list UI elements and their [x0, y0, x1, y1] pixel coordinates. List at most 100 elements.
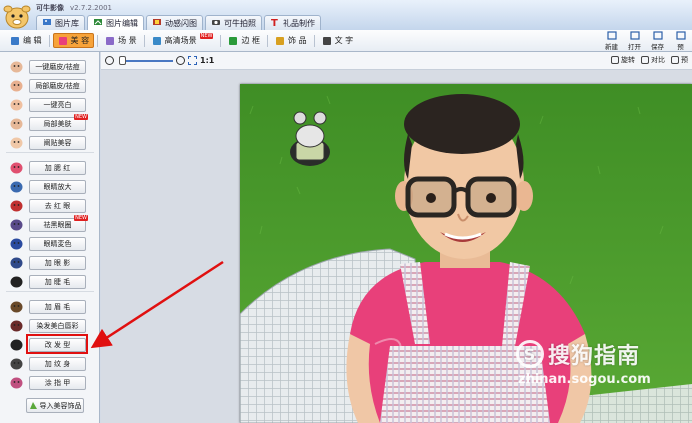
function-label: 一键亮白 — [43, 100, 72, 109]
eyebrow-button[interactable]: 加 眉 毛 — [29, 299, 86, 314]
sub-tab-scene[interactable]: 场 景 — [101, 33, 141, 48]
function-label: 阐贴美容 — [43, 138, 72, 147]
app-logo-icon — [3, 5, 31, 29]
eye-shadow-button[interactable]: 加 眼 影 — [29, 255, 86, 270]
red-eye-icon — [10, 200, 23, 211]
fit-screen-icon[interactable] — [188, 56, 197, 65]
sub-tab-accessory[interactable]: 饰 品 — [271, 33, 311, 48]
sub-tab-hd-scene[interactable]: 高清场景 NEW — [148, 32, 218, 48]
function-row: 一键磨皮/祛痘 — [0, 57, 100, 76]
function-row: 加 眉 毛 — [0, 297, 100, 316]
face-smooth-button[interactable]: 一键磨皮/祛痘 — [29, 59, 86, 74]
save-button[interactable]: 保存 — [646, 31, 669, 51]
toolbar-separator — [313, 34, 315, 47]
toolbar-separator — [267, 34, 269, 47]
red-eye-button[interactable]: 去 红 眼 — [29, 198, 86, 213]
hairstyle-icon — [10, 339, 23, 350]
hd-scene-icon — [152, 36, 161, 45]
main-tab-label: 图片编辑 — [106, 18, 138, 28]
eye-shadow-icon — [10, 257, 23, 268]
partial-smooth-icon — [10, 80, 23, 91]
function-row: 局部磨皮/祛痘 — [0, 76, 100, 95]
sogou-watermark: S 搜狗指南 zhinan.sogou.com — [516, 338, 651, 387]
function-row: 祛黑眼圈 NEW — [0, 214, 100, 234]
view-action-label: 旋转 — [621, 56, 635, 64]
face-smooth-icon — [10, 61, 23, 72]
scene-icon — [106, 36, 115, 45]
app-version: v2.7.2.2001 — [70, 4, 112, 12]
function-label: 去 红 眼 — [44, 201, 71, 210]
rotate-button[interactable]: 旋转 — [611, 55, 635, 65]
main-tab-gift[interactable]: T 礼品制作 — [264, 15, 321, 30]
function-label: 涂 指 甲 — [44, 378, 71, 387]
preview-button[interactable]: 预 — [669, 31, 692, 51]
sub-tab-edit[interactable]: 编 辑 — [6, 33, 46, 48]
eye-color-icon — [10, 238, 23, 249]
toolbar-separator — [220, 34, 222, 47]
zoom-in-icon[interactable] — [176, 56, 185, 65]
image-edit-icon — [93, 17, 103, 29]
whiten-face-icon — [10, 99, 23, 110]
save-icon — [652, 31, 663, 40]
function-label: 眼睛放大 — [43, 182, 72, 191]
function-row: 去 红 眼 — [0, 196, 100, 215]
action-label: 预 — [677, 43, 684, 51]
compare-button[interactable]: 对比 — [641, 55, 665, 65]
function-row: 加 睫 毛 — [0, 272, 100, 291]
main-tab-bar: 图片库 图片编辑 动感闪图 可牛拍照 T 礼品制作 — [36, 15, 321, 30]
zoom-slider-track[interactable] — [119, 60, 173, 62]
folder-open-icon — [629, 31, 640, 40]
function-row: 一键亮白 — [0, 95, 100, 114]
preview-split-button[interactable]: 预 — [671, 55, 688, 65]
zoom-slider-knob[interactable] — [118, 56, 126, 65]
import-beauty-button[interactable]: 导入美容饰品 — [26, 398, 84, 413]
import-icon — [29, 402, 37, 409]
zoom-level[interactable]: 1:1 — [200, 56, 214, 65]
sub-tab-frame[interactable]: 边 框 — [224, 33, 264, 48]
hair-dye-button[interactable]: 染发美白唇彩 — [29, 318, 86, 333]
eye-enlarge-icon — [10, 181, 23, 192]
function-row: 阐贴美容 — [0, 133, 100, 152]
partial-smooth-button[interactable]: 局部磨皮/祛痘 — [29, 78, 86, 93]
blush-button[interactable]: 加 腮 红 — [29, 160, 86, 175]
beauty-function-panel: 导入美容饰品 一键磨皮/祛痘 局部磨皮/祛痘 一键亮白 局部美肤 NEW 阐贴美容… — [0, 52, 100, 423]
function-row: 加 纹 身 — [0, 354, 100, 373]
preview-icon — [675, 31, 686, 40]
function-label: 加 眉 毛 — [44, 302, 71, 311]
folder-open-button[interactable]: 打开 — [623, 31, 646, 51]
nail-polish-button[interactable]: 涂 指 甲 — [29, 375, 86, 390]
zoom-out-icon[interactable] — [105, 56, 114, 65]
whiten-face-button[interactable]: 一键亮白 — [29, 97, 86, 112]
function-label: 染发美白唇彩 — [36, 321, 79, 330]
main-tab-photo-library[interactable]: 图片库 — [36, 15, 85, 30]
eyelash-button[interactable]: 加 睫 毛 — [29, 274, 86, 289]
main-tab-image-edit[interactable]: 图片编辑 — [87, 15, 144, 30]
sub-tab-text[interactable]: 文 字 — [318, 33, 358, 48]
function-row: 眼睛変色 — [0, 234, 100, 253]
eyebrow-icon — [10, 301, 23, 312]
eye-enlarge-button[interactable]: 眼睛放大 — [29, 179, 86, 194]
function-label: 眼睛変色 — [43, 239, 72, 248]
svg-text:T: T — [271, 18, 278, 27]
dark-circle-button[interactable]: 祛黑眼圈 NEW — [29, 214, 88, 232]
main-tab-film[interactable]: 动感闪图 — [146, 15, 203, 30]
app-title: 可牛影像 v2.7.2.2001 — [36, 3, 112, 13]
main-tab-label: 可牛拍照 — [224, 18, 256, 28]
partial-skin-button[interactable]: 局部美肤 NEW — [29, 113, 88, 131]
panel-divider — [6, 291, 94, 292]
photo-library-icon — [42, 17, 52, 29]
zoom-bar: 1:1 旋转 对比 预 — [101, 52, 692, 70]
sub-tab-beauty-face[interactable]: 美 容 — [52, 33, 95, 48]
sticker-beauty-button[interactable]: 阐贴美容 — [29, 135, 86, 150]
eye-color-button[interactable]: 眼睛変色 — [29, 236, 86, 251]
tattoo-button[interactable]: 加 纹 身 — [29, 356, 86, 371]
function-row: 加 眼 影 — [0, 253, 100, 272]
new-file-button[interactable]: 新建 — [600, 31, 623, 51]
action-label: 打开 — [628, 43, 641, 51]
function-row: 涂 指 甲 — [0, 373, 100, 392]
sub-tab-label: 文 字 — [334, 36, 354, 45]
sub-tab-label: 美 容 — [70, 36, 90, 45]
view-actions: 旋转 对比 预 — [611, 55, 688, 65]
main-tab-camera[interactable]: 可牛拍照 — [205, 15, 262, 30]
function-label: 加 眼 影 — [44, 258, 71, 267]
